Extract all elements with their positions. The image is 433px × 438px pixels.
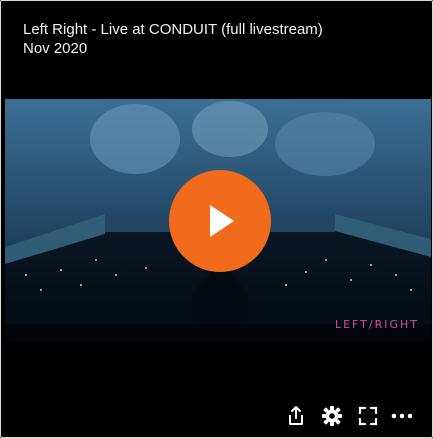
video-title[interactable]: Left Right - Live at CONDUIT (full lives… [23, 20, 323, 39]
share-icon [289, 406, 303, 425]
gear-icon [322, 406, 342, 426]
more-button[interactable] [389, 403, 415, 429]
share-button[interactable] [283, 403, 309, 429]
video-embed: Left Right - Live at CONDUIT (full lives… [0, 0, 433, 438]
fullscreen-button[interactable] [355, 403, 381, 429]
video-header: Left Right - Live at CONDUIT (full lives… [23, 20, 323, 58]
fullscreen-icon [358, 406, 378, 426]
video-date: Nov 2020 [23, 40, 88, 57]
settings-button[interactable] [319, 403, 345, 429]
player-controls [1, 403, 433, 431]
play-icon [210, 205, 234, 237]
brand-watermark: LEFT/RIGHT [334, 318, 419, 331]
more-icon [391, 413, 413, 419]
play-button[interactable] [169, 170, 271, 272]
